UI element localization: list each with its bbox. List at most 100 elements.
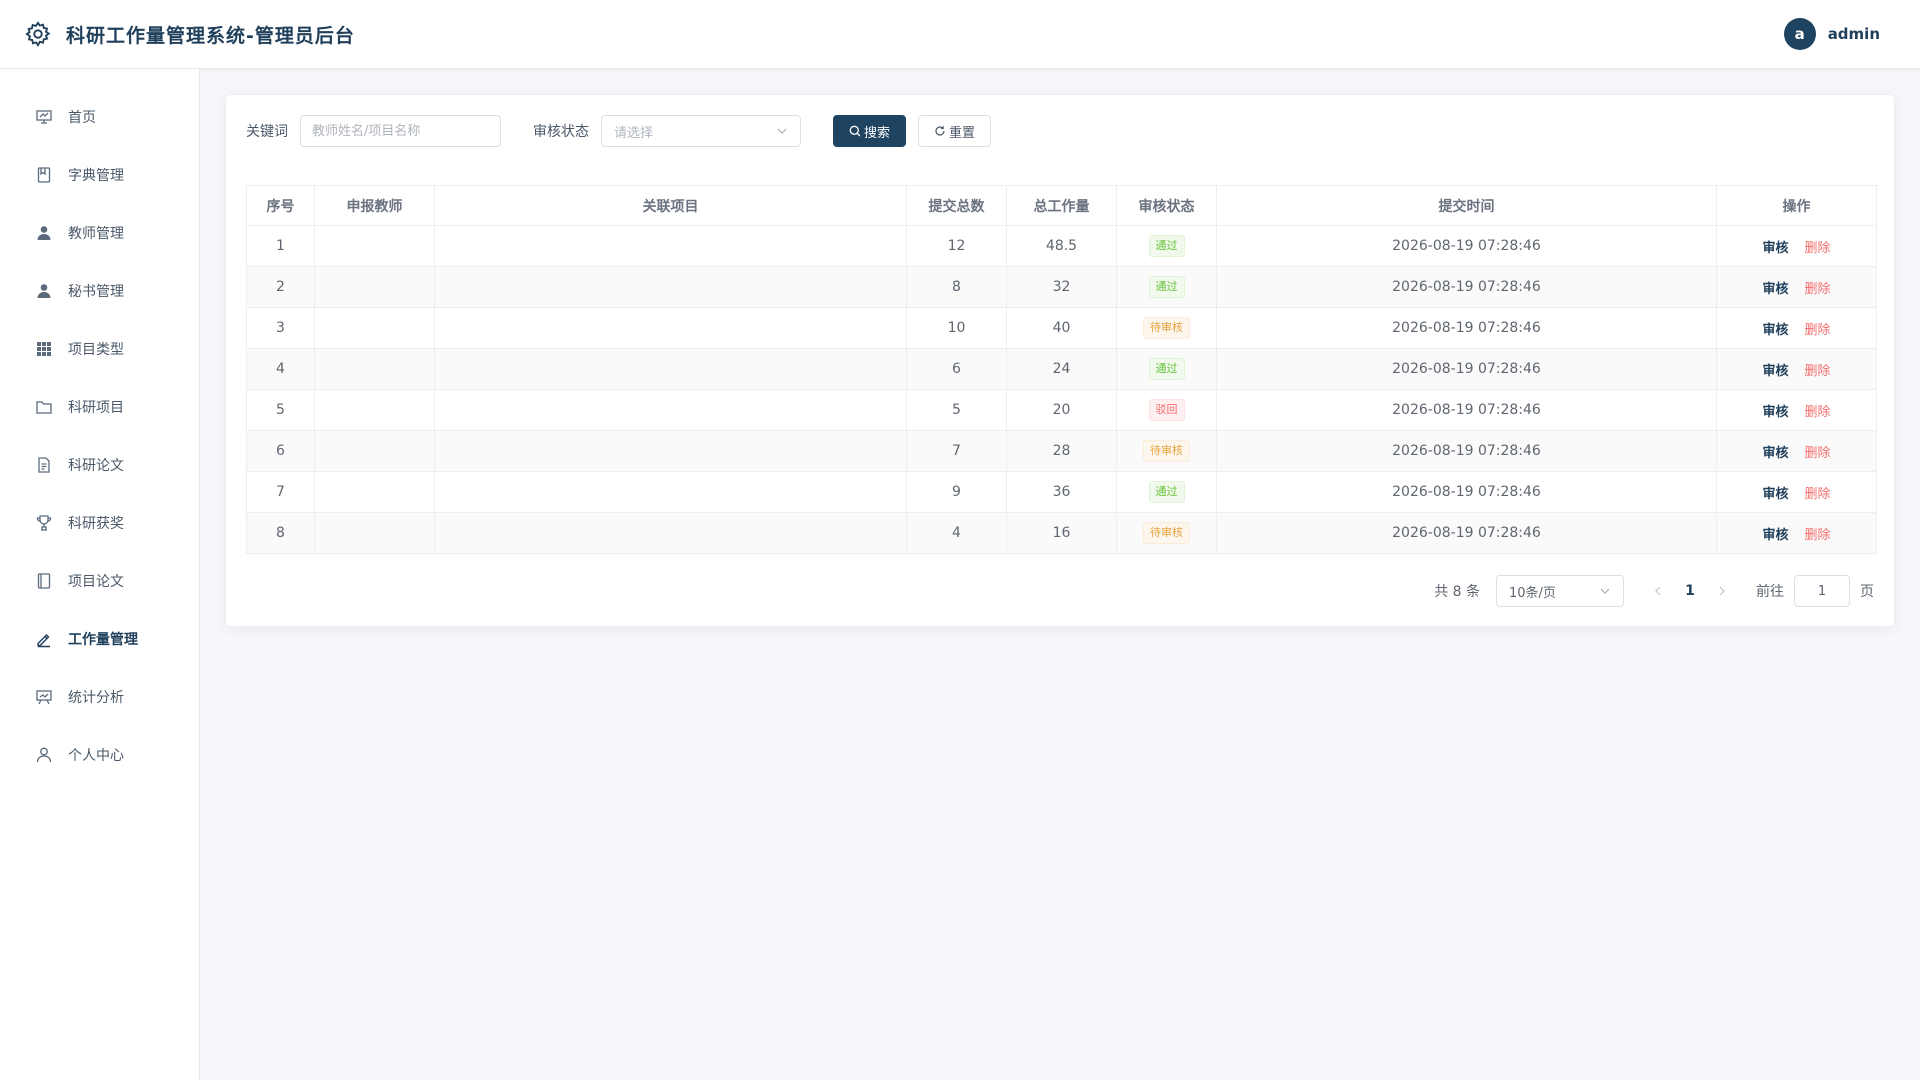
sidebar-item-10[interactable]: 工作量管理 xyxy=(0,610,199,668)
edit-pen-icon xyxy=(35,630,53,648)
cell-index: 7 xyxy=(246,471,315,513)
delete-button[interactable]: 删除 xyxy=(1805,364,1831,379)
cell-teacher xyxy=(314,389,435,431)
status-badge: 通过 xyxy=(1148,276,1185,298)
avatar[interactable]: a xyxy=(1783,18,1816,50)
delete-button[interactable]: 删除 xyxy=(1805,487,1831,502)
review-button[interactable]: 审核 xyxy=(1762,241,1788,256)
table-row: 3 10 40 待审核 2026-08-19 07:28:46 审核 删除 xyxy=(246,307,1877,349)
sidebar-item-label: 统计分析 xyxy=(68,690,124,706)
user-menu[interactable]: a admin xyxy=(1783,18,1880,50)
cell-teacher xyxy=(314,266,435,308)
cell-count: 12 xyxy=(906,225,1007,267)
user-filled-icon xyxy=(35,224,53,242)
book-icon xyxy=(35,166,53,184)
gear-icon xyxy=(24,20,52,48)
status-select[interactable]: 请选择 xyxy=(601,115,801,147)
table-row: 1 12 48.5 通过 2026-08-19 07:28:46 审核 删除 xyxy=(246,225,1877,267)
column-header: 操作 xyxy=(1716,185,1877,226)
sidebar-item-12[interactable]: 个人中心 xyxy=(0,726,199,784)
delete-button[interactable]: 删除 xyxy=(1805,323,1831,338)
reset-button[interactable]: 重置 xyxy=(918,115,992,147)
search-button[interactable]: 搜索 xyxy=(833,115,907,147)
cell-actions: 审核 删除 xyxy=(1716,348,1877,390)
cell-workload: 16 xyxy=(1006,512,1117,554)
review-button[interactable]: 审核 xyxy=(1762,487,1788,502)
cell-index: 2 xyxy=(246,266,315,308)
cell-time: 2026-08-19 07:28:46 xyxy=(1216,512,1717,554)
sidebar-item-label: 科研获奖 xyxy=(68,516,124,532)
cell-index: 3 xyxy=(246,307,315,349)
user-outline-icon xyxy=(35,746,53,764)
cell-status: 待审核 xyxy=(1116,430,1217,472)
column-header: 关联项目 xyxy=(434,185,907,226)
delete-button[interactable]: 删除 xyxy=(1805,528,1831,543)
cell-teacher xyxy=(314,307,435,349)
cell-status: 驳回 xyxy=(1116,389,1217,431)
sidebar-item-1[interactable]: 首页 xyxy=(0,88,199,146)
search-button-label: 搜索 xyxy=(864,125,891,141)
cell-project xyxy=(434,430,907,472)
review-button[interactable]: 审核 xyxy=(1762,323,1788,338)
cell-teacher xyxy=(314,430,435,472)
delete-button[interactable]: 删除 xyxy=(1805,446,1831,461)
review-button[interactable]: 审核 xyxy=(1762,528,1788,543)
status-label: 审核状态 xyxy=(533,124,589,140)
sidebar-item-3[interactable]: 教师管理 xyxy=(0,204,199,262)
cell-teacher xyxy=(314,225,435,267)
review-button[interactable]: 审核 xyxy=(1762,405,1788,420)
filter-bar: 关键词 审核状态 请选择 搜索 重置 xyxy=(246,115,992,147)
next-page-button[interactable] xyxy=(1706,575,1738,607)
cell-count: 4 xyxy=(906,512,1007,554)
status-badge: 通过 xyxy=(1148,481,1185,503)
cell-status: 通过 xyxy=(1116,348,1217,390)
chevron-down-icon xyxy=(1599,585,1611,597)
cell-project xyxy=(434,266,907,308)
sidebar-item-label: 字典管理 xyxy=(68,168,124,184)
sidebar-item-4[interactable]: 秘书管理 xyxy=(0,262,199,320)
chevron-right-icon xyxy=(1719,586,1725,596)
cell-actions: 审核 删除 xyxy=(1716,471,1877,513)
sidebar-item-2[interactable]: 字典管理 xyxy=(0,146,199,204)
sidebar-item-9[interactable]: 项目论文 xyxy=(0,552,199,610)
table-row: 4 6 24 通过 2026-08-19 07:28:46 审核 删除 xyxy=(246,348,1877,390)
keyword-input[interactable] xyxy=(300,115,501,147)
notebook-icon xyxy=(35,572,53,590)
top-header: 科研工作量管理系统-管理员后台 a admin xyxy=(0,0,1920,69)
column-header: 审核状态 xyxy=(1116,185,1217,226)
grid-icon xyxy=(35,340,53,358)
cell-actions: 审核 删除 xyxy=(1716,389,1877,431)
cell-index: 1 xyxy=(246,225,315,267)
cell-workload: 24 xyxy=(1006,348,1117,390)
prev-page-button[interactable] xyxy=(1642,575,1674,607)
sidebar-item-6[interactable]: 科研项目 xyxy=(0,378,199,436)
status-select-placeholder: 请选择 xyxy=(614,125,654,141)
page-size-select[interactable]: 10条/页 xyxy=(1496,575,1624,607)
sidebar-item-5[interactable]: 项目类型 xyxy=(0,320,199,378)
goto-page-input[interactable] xyxy=(1794,575,1850,607)
page-suffix: 页 xyxy=(1860,584,1874,600)
delete-button[interactable]: 删除 xyxy=(1805,241,1831,256)
delete-button[interactable]: 删除 xyxy=(1805,282,1831,297)
document-icon xyxy=(35,456,53,474)
workload-table: 序号 申报教师 关联项目 提交总数 总工作量 审核状态 提交时间 操作 1 12 48.5 通过 20… xyxy=(246,185,1877,554)
cell-time: 2026-08-19 07:28:46 xyxy=(1216,225,1717,267)
review-button[interactable]: 审核 xyxy=(1762,364,1788,379)
sidebar-item-label: 首页 xyxy=(68,110,96,126)
column-header: 提交总数 xyxy=(906,185,1007,226)
workload-card: 关键词 审核状态 请选择 搜索 重置 xyxy=(225,94,1895,627)
sidebar-item-11[interactable]: 统计分析 xyxy=(0,668,199,726)
sidebar-item-8[interactable]: 科研获奖 xyxy=(0,494,199,552)
column-header: 总工作量 xyxy=(1006,185,1117,226)
review-button[interactable]: 审核 xyxy=(1762,282,1788,297)
username[interactable]: admin xyxy=(1828,25,1880,43)
cell-workload: 40 xyxy=(1006,307,1117,349)
cell-count: 8 xyxy=(906,266,1007,308)
chevron-down-icon xyxy=(776,125,788,137)
delete-button[interactable]: 删除 xyxy=(1805,405,1831,420)
keyword-label: 关键词 xyxy=(246,124,288,140)
page-number-current[interactable]: 1 xyxy=(1674,583,1706,599)
sidebar-item-7[interactable]: 科研论文 xyxy=(0,436,199,494)
review-button[interactable]: 审核 xyxy=(1762,446,1788,461)
status-badge: 待审核 xyxy=(1143,317,1190,339)
